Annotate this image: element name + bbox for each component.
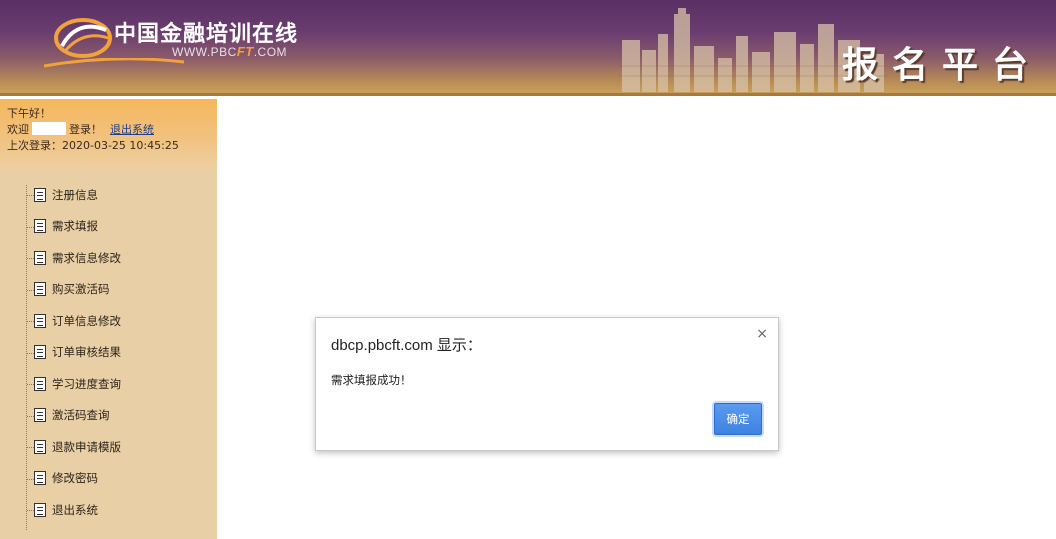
ok-button[interactable]: 确定 <box>714 403 762 435</box>
document-icon <box>34 376 46 391</box>
last-login-text: 上次登录：2020-03-25 10:45:25 <box>7 139 179 152</box>
logo-url: WWW.PBCFT.COM <box>172 44 288 59</box>
menu-item-logout[interactable]: 退出系统 <box>0 494 217 526</box>
close-icon[interactable]: × <box>756 326 768 342</box>
header-banner: 中国金融培训在线 WWW.PBCFT.COM 报名平台 <box>0 0 1056 96</box>
logo-underline-swoosh <box>44 58 184 68</box>
document-icon <box>34 313 46 328</box>
document-icon <box>34 471 46 486</box>
document-icon <box>34 219 46 234</box>
menu-item-label: 退出系统 <box>52 502 98 517</box>
alert-dialog: dbcp.pbcft.com 显示： × 需求填报成功！ 确定 <box>315 317 779 451</box>
menu-item-change-password[interactable]: 修改密码 <box>0 463 217 495</box>
dialog-message: 需求填报成功！ <box>331 373 412 387</box>
welcome-line: 欢迎 登录！ 退出系统 <box>7 122 217 138</box>
menu-item-buy-activation-code[interactable]: 购买激活码 <box>0 274 217 306</box>
menu-item-label: 需求信息修改 <box>52 250 121 265</box>
document-icon <box>34 187 46 202</box>
menu-item-label: 购买激活码 <box>52 282 110 297</box>
document-icon <box>34 408 46 423</box>
platform-title: 报名平台 <box>841 44 1042 86</box>
menu-item-activation-query[interactable]: 激活码查询 <box>0 400 217 432</box>
document-icon <box>34 502 46 517</box>
swoosh-logo-icon <box>54 18 112 58</box>
document-icon <box>34 250 46 265</box>
menu-item-label: 订单信息修改 <box>52 313 121 328</box>
menu-item-label: 修改密码 <box>52 471 98 486</box>
menu-item-label: 需求填报 <box>52 219 98 234</box>
dialog-title: dbcp.pbcft.com 显示： <box>331 337 482 354</box>
menu-item-register-info[interactable]: 注册信息 <box>0 179 217 211</box>
menu-item-label: 退款申请模版 <box>52 439 121 454</box>
redacted-username <box>32 122 66 135</box>
menu-item-refund-template[interactable]: 退款申请模版 <box>0 431 217 463</box>
greeting-text: 下午好！ <box>7 107 51 120</box>
menu-item-label: 学习进度查询 <box>52 376 121 391</box>
welcome-prefix: 欢迎 <box>7 123 29 136</box>
document-icon <box>34 345 46 360</box>
menu-item-demand-fill[interactable]: 需求填报 <box>0 211 217 243</box>
document-icon <box>34 282 46 297</box>
menu-item-label: 注册信息 <box>52 187 98 202</box>
sidebar: 下午好！ 欢迎 登录！ 退出系统 上次登录：2020-03-25 10:45:25 … <box>0 99 217 539</box>
menu-item-label: 激活码查询 <box>52 408 110 423</box>
user-info-box: 下午好！ 欢迎 登录！ 退出系统 上次登录：2020-03-25 10:45:25 <box>0 99 217 171</box>
menu-item-study-progress[interactable]: 学习进度查询 <box>0 368 217 400</box>
document-icon <box>34 439 46 454</box>
menu-item-order-edit[interactable]: 订单信息修改 <box>0 305 217 337</box>
sidebar-menu: 注册信息 需求填报 需求信息修改 购买激活码 订单信息修改 订单审核结果 学习进… <box>0 179 217 530</box>
menu-item-demand-edit[interactable]: 需求信息修改 <box>0 242 217 274</box>
menu-item-label: 订单审核结果 <box>52 345 121 360</box>
welcome-suffix: 登录！ <box>69 123 102 136</box>
logout-link[interactable]: 退出系统 <box>110 123 154 136</box>
menu-item-order-review[interactable]: 订单审核结果 <box>0 337 217 369</box>
